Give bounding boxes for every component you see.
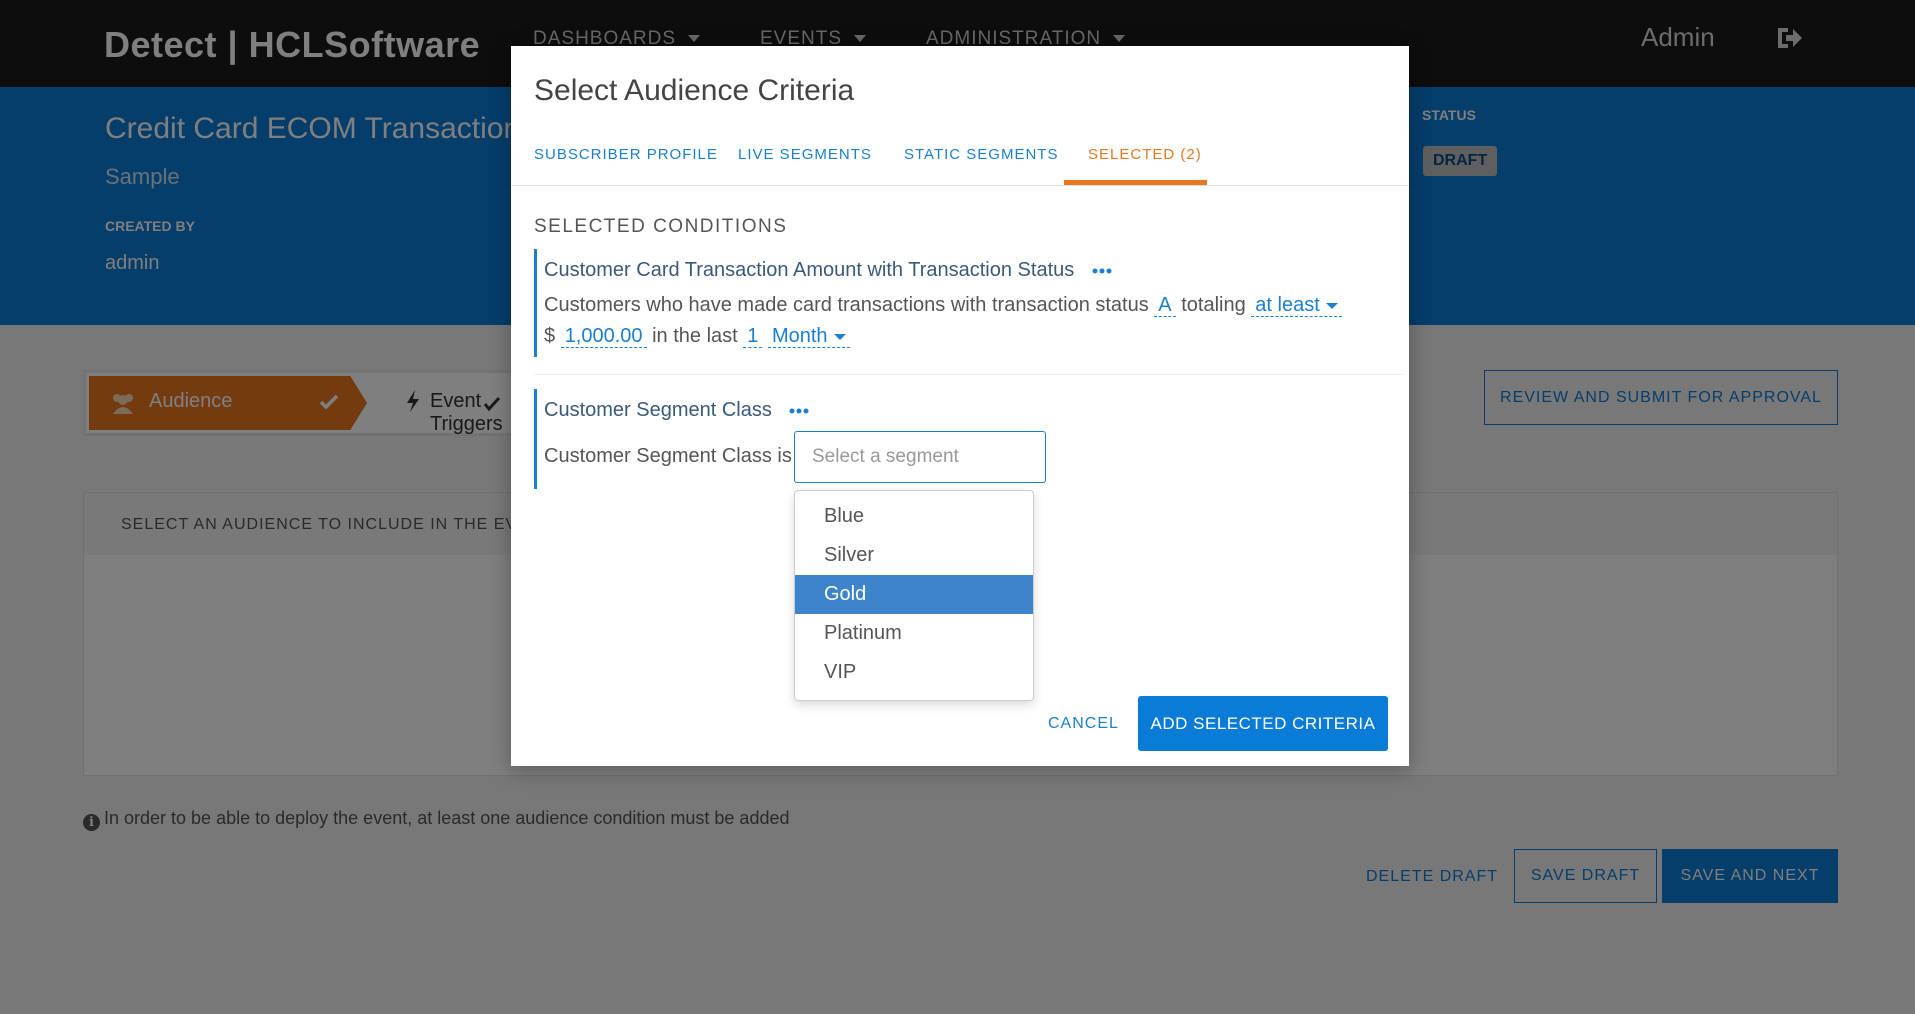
period-unit-value: Month <box>771 325 828 347</box>
modal-title: Select Audience Criteria <box>534 74 855 107</box>
period-unit-select[interactable]: Month <box>767 325 850 348</box>
tab-live-segments[interactable]: LIVE SEGMENTS <box>738 146 872 163</box>
tab-subscriber-profile[interactable]: SUBSCRIBER PROFILE <box>534 146 718 163</box>
segment-select-input[interactable]: Select a segment <box>794 431 1046 483</box>
audience-criteria-modal: Select Audience Criteria SUBSCRIBER PROF… <box>511 46 1409 766</box>
tab-divider <box>511 185 1409 186</box>
condition-line-1: Customers who have made card transaction… <box>544 294 1342 317</box>
add-selected-criteria-button[interactable]: ADD SELECTED CRITERIA <box>1138 696 1388 751</box>
condition-title: Customer Card Transaction Amount with Tr… <box>544 259 1112 282</box>
segment-class-label: Customer Segment Class is <box>544 445 792 467</box>
condition-text: totaling <box>1181 294 1246 316</box>
amount-value[interactable]: 1,000.00 <box>560 325 647 348</box>
segment-option-silver[interactable]: Silver <box>795 536 1033 575</box>
segment-option-vip[interactable]: VIP <box>795 653 1033 692</box>
condition-title-text: Customer Card Transaction Amount with Tr… <box>544 259 1075 281</box>
chevron-down-icon <box>833 333 846 340</box>
segment-option-blue[interactable]: Blue <box>795 497 1033 536</box>
condition-card-transaction: Customer Card Transaction Amount with Tr… <box>534 249 1394 357</box>
segment-dropdown: Blue Silver Gold Platinum VIP <box>794 490 1034 701</box>
condition-title-text: Customer Segment Class <box>544 399 772 421</box>
condition-title: Customer Segment Class <box>544 399 809 422</box>
period-count-value[interactable]: 1 <box>743 325 763 348</box>
more-options-icon[interactable] <box>1092 268 1112 274</box>
condition-text: Customers who have made card transaction… <box>544 294 1149 316</box>
cancel-button[interactable]: CANCEL <box>1048 715 1119 733</box>
tab-static-segments[interactable]: STATIC SEGMENTS <box>904 146 1058 163</box>
more-options-icon[interactable] <box>789 408 809 414</box>
transaction-status-value[interactable]: A <box>1154 294 1176 317</box>
selected-conditions-heading: SELECTED CONDITIONS <box>534 216 788 237</box>
segment-option-gold[interactable]: Gold <box>795 575 1033 614</box>
chevron-down-icon <box>1325 302 1338 309</box>
tab-selected[interactable]: SELECTED (2) <box>1088 146 1202 163</box>
comparator-value: at least <box>1255 294 1320 316</box>
condition-text: in the last <box>652 325 738 347</box>
segment-option-platinum[interactable]: Platinum <box>795 614 1033 653</box>
comparator-select[interactable]: at least <box>1251 294 1342 317</box>
condition-line-2: $ 1,000.00 in the last 1 Month <box>544 325 850 348</box>
condition-divider <box>534 374 1404 375</box>
currency-symbol: $ <box>544 325 556 347</box>
